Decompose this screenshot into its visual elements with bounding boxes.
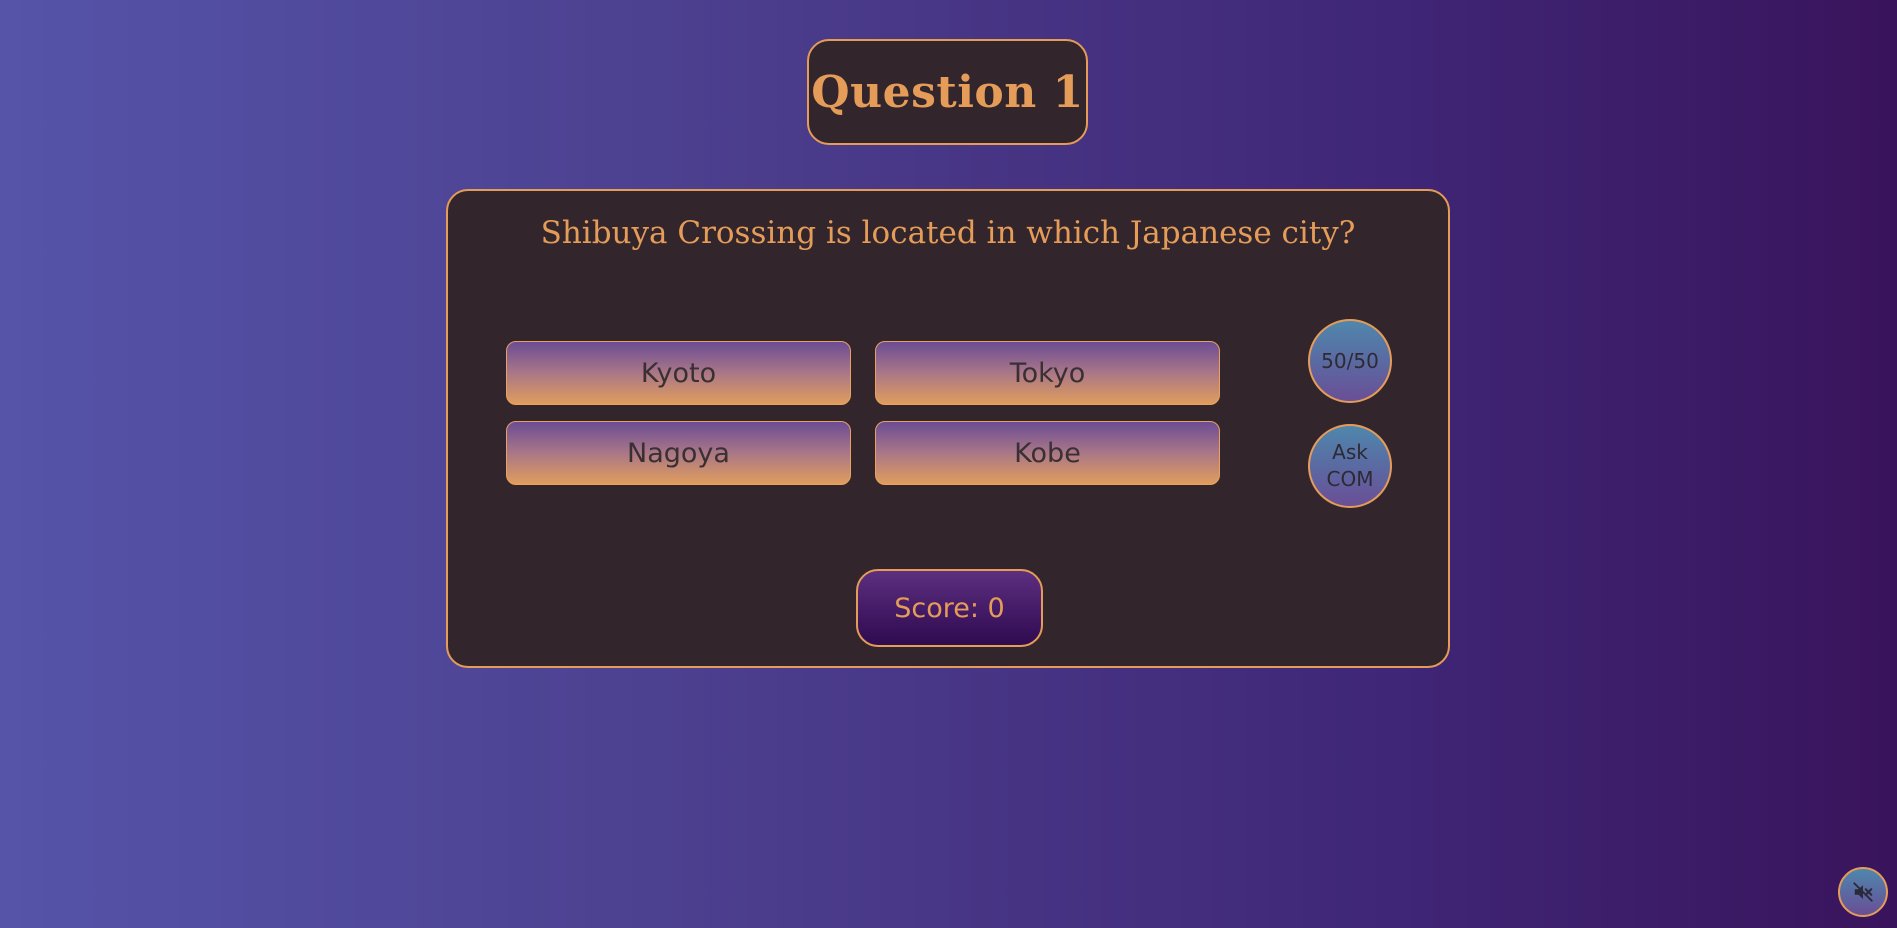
question-text: Shibuya Crossing is located in which Jap… (540, 215, 1356, 251)
ask-com-label-line1: Ask (1332, 440, 1368, 464)
question-panel: Shibuya Crossing is located in which Jap… (446, 189, 1450, 668)
answer-label: Kyoto (640, 357, 717, 389)
mute-button[interactable] (1838, 867, 1888, 917)
answer-label: Tokyo (1009, 357, 1086, 389)
answer-button-kyoto[interactable]: Kyoto (506, 341, 851, 405)
question-title: Question 1 (811, 66, 1084, 118)
speaker-muted-icon (1853, 882, 1873, 902)
score-label: Score: 0 (894, 592, 1005, 624)
answer-button-tokyo[interactable]: Tokyo (875, 341, 1220, 405)
question-title-box: Question 1 (807, 39, 1088, 145)
fifty-fifty-button[interactable]: 50/50 (1308, 319, 1392, 403)
ask-com-label-line2: COM (1326, 467, 1374, 491)
answer-button-nagoya[interactable]: Nagoya (506, 421, 851, 485)
fifty-fifty-label: 50/50 (1321, 348, 1379, 373)
ask-com-button[interactable]: Ask COM (1308, 424, 1392, 508)
answer-button-kobe[interactable]: Kobe (875, 421, 1220, 485)
answer-label: Nagoya (627, 437, 730, 469)
score-display: Score: 0 (856, 569, 1043, 647)
answer-label: Kobe (1014, 437, 1081, 469)
ask-com-label: Ask COM (1327, 439, 1374, 493)
